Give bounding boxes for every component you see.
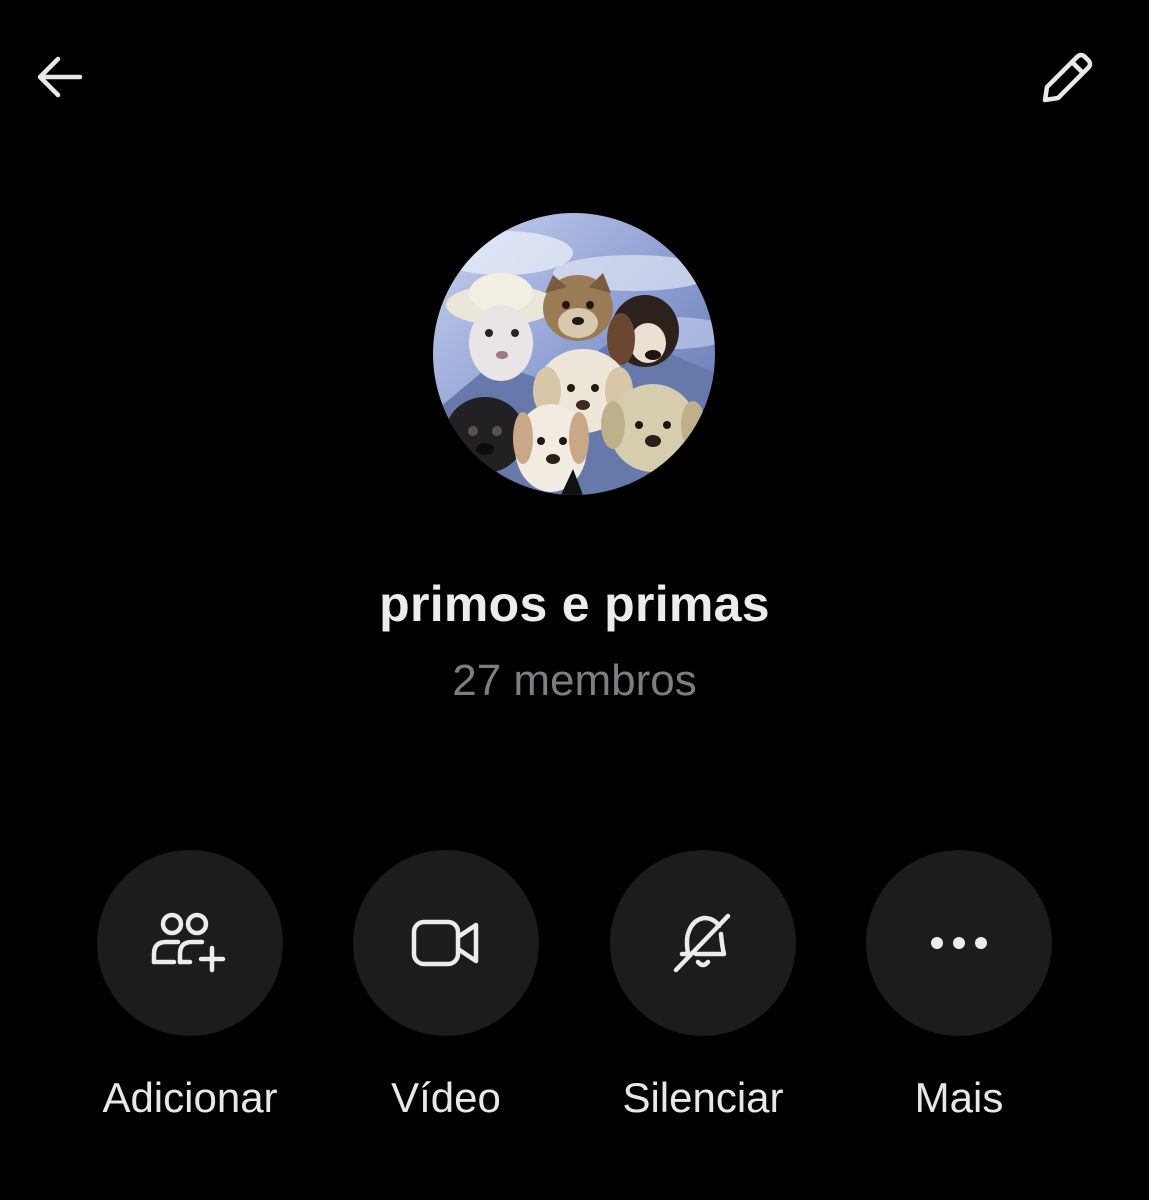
- action-mute[interactable]: Silenciar: [583, 850, 823, 1140]
- video-camera-icon: [411, 919, 479, 967]
- puppies-photo: [433, 213, 715, 495]
- video-button[interactable]: [353, 850, 539, 1036]
- edit-button[interactable]: [1035, 45, 1099, 109]
- action-add[interactable]: Adicionar: [70, 850, 310, 1140]
- more-dots-icon: [931, 937, 987, 949]
- pencil-icon: [1042, 52, 1093, 103]
- action-label-more: Mais: [914, 1074, 1004, 1121]
- back-button[interactable]: [26, 45, 90, 109]
- arrow-left-icon: [37, 56, 83, 98]
- action-video[interactable]: Vídeo: [326, 850, 566, 1140]
- add-people-icon: [151, 912, 226, 973]
- member-count[interactable]: 27 membros: [0, 653, 1149, 709]
- action-label-video: Vídeo: [391, 1074, 501, 1121]
- group-name: primos e primas: [379, 576, 770, 632]
- more-button[interactable]: [866, 850, 1052, 1036]
- add-button[interactable]: [97, 850, 283, 1036]
- action-more[interactable]: Mais: [839, 850, 1079, 1140]
- action-label-add: Adicionar: [102, 1074, 278, 1121]
- mute-button[interactable]: [610, 850, 796, 1036]
- group-avatar[interactable]: [433, 213, 715, 495]
- bell-off-icon: [673, 913, 731, 973]
- action-label-mute: Silenciar: [622, 1074, 784, 1121]
